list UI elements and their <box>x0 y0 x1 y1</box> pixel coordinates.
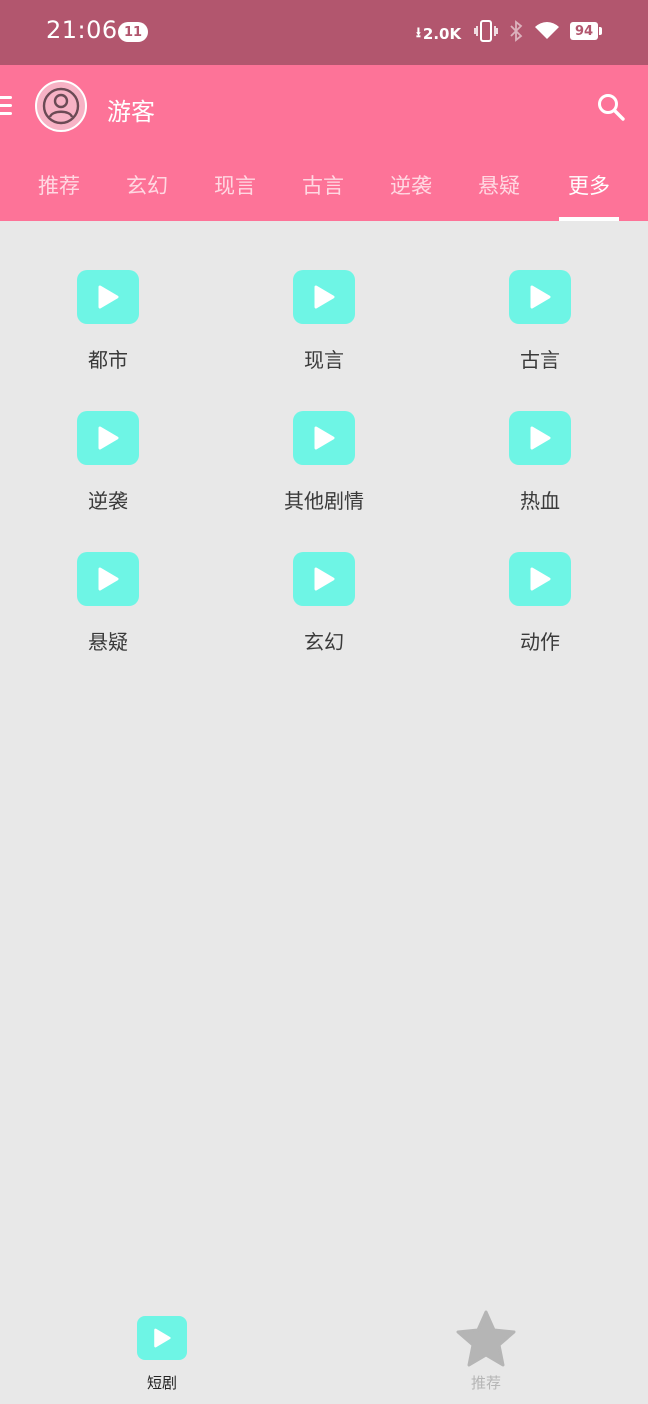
tab-more[interactable]: 更多 <box>545 165 633 221</box>
status-time: 21:06 <box>46 16 118 44</box>
net-speed-indicator: ⭳ 2.0K <box>416 22 461 46</box>
nav-item-recommend[interactable]: 推荐 <box>406 1304 566 1404</box>
avatar[interactable] <box>35 80 87 132</box>
category-ancient-romance[interactable]: 古言 <box>432 270 648 390</box>
avatar-icon <box>42 87 80 125</box>
tab-fantasy[interactable]: 玄幻 <box>103 165 191 221</box>
category-other-drama[interactable]: 其他剧情 <box>216 411 432 531</box>
category-modern-romance[interactable]: 现言 <box>216 270 432 390</box>
nav-label-shorts: 短剧 <box>146 1374 177 1392</box>
play-icon <box>293 270 355 324</box>
tab-ancient-romance[interactable]: 古言 <box>279 165 367 221</box>
tab-mystery[interactable]: 悬疑 <box>455 165 543 221</box>
menu-icon[interactable] <box>0 96 12 116</box>
play-icon <box>137 1316 187 1360</box>
category-tabs: 推荐 玄幻 现言 古言 逆袭 悬疑 更多 <box>0 165 648 221</box>
play-icon <box>77 411 139 465</box>
play-icon <box>293 552 355 606</box>
category-action[interactable]: 动作 <box>432 552 648 672</box>
app-header: 游客 推荐 玄幻 现言 古言 逆袭 悬疑 更多 <box>0 65 648 221</box>
play-icon <box>77 270 139 324</box>
tab-modern-romance[interactable]: 现言 <box>191 165 279 221</box>
bluetooth-icon <box>510 20 523 42</box>
play-icon <box>509 552 571 606</box>
search-icon[interactable] <box>596 92 626 122</box>
category-label: 悬疑 <box>88 630 128 654</box>
category-label: 现言 <box>304 348 344 372</box>
tab-active-indicator <box>559 217 619 221</box>
play-icon <box>509 411 571 465</box>
category-hot-blooded[interactable]: 热血 <box>432 411 648 531</box>
nav-label-recommend: 推荐 <box>470 1374 501 1392</box>
battery-indicator: 94 <box>570 22 602 40</box>
vibrate-icon <box>474 20 498 42</box>
play-icon <box>293 411 355 465</box>
category-urban[interactable]: 都市 <box>0 270 216 390</box>
tab-comeback[interactable]: 逆袭 <box>367 165 455 221</box>
wifi-icon <box>535 22 559 39</box>
bottom-nav: 短剧 推荐 <box>0 1304 648 1404</box>
notification-badge: 11 <box>118 22 148 42</box>
star-icon <box>456 1310 516 1367</box>
nav-item-shorts[interactable]: 短剧 <box>82 1304 242 1404</box>
category-comeback[interactable]: 逆袭 <box>0 411 216 531</box>
tab-recommend[interactable]: 推荐 <box>15 165 103 221</box>
category-label: 玄幻 <box>304 630 344 654</box>
username[interactable]: 游客 <box>107 92 155 127</box>
play-icon <box>509 270 571 324</box>
category-label: 热血 <box>520 489 560 513</box>
category-mystery[interactable]: 悬疑 <box>0 552 216 672</box>
play-icon <box>77 552 139 606</box>
category-label: 其他剧情 <box>284 489 364 513</box>
status-bar: 21:06 11 ⭳ 2.0K 94 <box>0 0 648 65</box>
category-label: 都市 <box>88 348 128 372</box>
net-speed-value: 2.0K <box>422 25 462 43</box>
category-label: 古言 <box>520 348 560 372</box>
category-label: 逆袭 <box>88 489 128 513</box>
category-label: 动作 <box>520 630 560 654</box>
category-fantasy[interactable]: 玄幻 <box>216 552 432 672</box>
download-arrow-icon: ⭳ <box>416 25 421 41</box>
